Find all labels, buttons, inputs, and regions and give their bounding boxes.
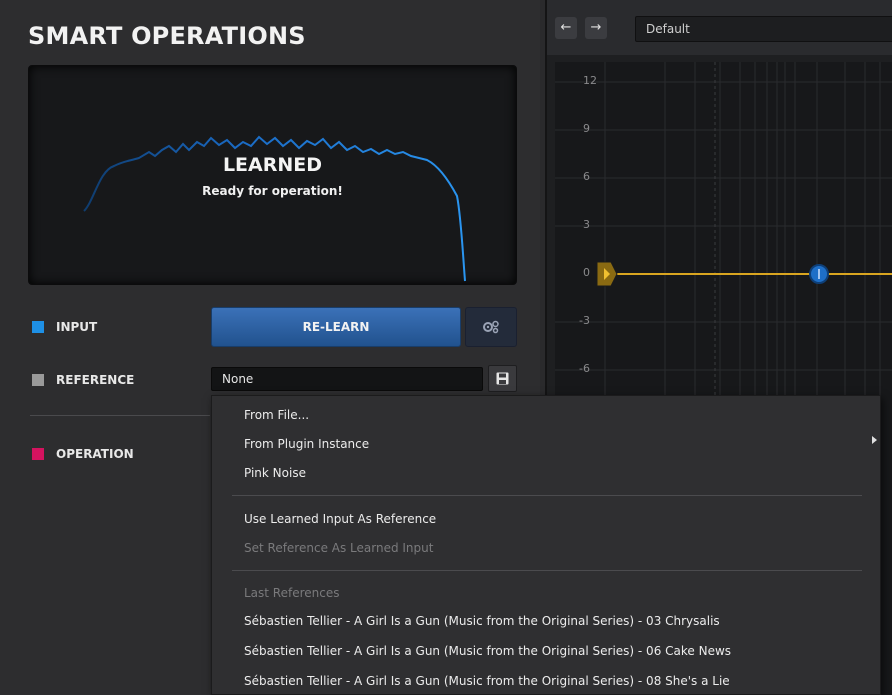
menu-item-from-plugin-instance[interactable]: From Plugin Instance	[244, 437, 369, 451]
menu-item-pink-noise[interactable]: Pink Noise	[244, 466, 306, 480]
y-tick-label: -3	[579, 314, 590, 327]
menu-separator	[232, 570, 862, 571]
y-tick-label: -6	[579, 362, 590, 375]
arrow-right-icon: →	[590, 20, 602, 35]
input-label: INPUT	[56, 320, 98, 334]
learned-spectrum-display: LEARNED Ready for operation!	[28, 65, 517, 285]
save-reference-button[interactable]	[488, 365, 517, 392]
y-tick-label: 12	[583, 74, 597, 87]
panel-title: SMART OPERATIONS	[28, 22, 306, 50]
submenu-arrow-icon	[872, 436, 877, 444]
reference-select[interactable]: None	[211, 367, 483, 391]
menu-item-last-reference[interactable]: Sébastien Tellier - A Girl Is a Gun (Mus…	[244, 644, 731, 658]
reference-dropdown-menu: From File... From Plugin Instance Pink N…	[211, 395, 881, 695]
input-row: INPUT	[32, 320, 97, 334]
menu-separator	[232, 495, 862, 496]
menu-item-last-reference[interactable]: Sébastien Tellier - A Girl Is a Gun (Mus…	[244, 614, 720, 628]
learn-settings-button[interactable]	[465, 307, 517, 347]
y-tick-label: 9	[583, 122, 590, 135]
reference-color-swatch	[32, 374, 44, 386]
status-subtitle: Ready for operation!	[202, 184, 343, 198]
re-learn-button[interactable]: RE-LEARN	[211, 307, 461, 347]
menu-item-last-reference[interactable]: Sébastien Tellier - A Girl Is a Gun (Mus…	[244, 674, 730, 688]
forward-button[interactable]: →	[585, 17, 607, 39]
reference-label: REFERENCE	[56, 373, 135, 387]
y-tick-label: 3	[583, 218, 590, 231]
reference-row: REFERENCE	[32, 373, 134, 387]
y-tick-label: 0	[583, 266, 590, 279]
back-button[interactable]: ←	[555, 17, 577, 39]
preset-select[interactable]: Default	[635, 16, 892, 42]
menu-item-from-file[interactable]: From File...	[244, 408, 309, 422]
menu-item-set-reference-as-learned: Set Reference As Learned Input	[244, 541, 434, 555]
input-color-swatch	[32, 321, 44, 333]
preset-toolbar: ← → Default	[547, 0, 892, 55]
section-divider	[30, 415, 210, 416]
menu-item-use-learned-input[interactable]: Use Learned Input As Reference	[244, 512, 436, 526]
operation-color-swatch	[32, 448, 44, 460]
status-title: LEARNED	[222, 154, 323, 176]
operation-row: OPERATION	[32, 447, 134, 461]
y-tick-label: 6	[583, 170, 590, 183]
last-references-header: Last References	[244, 586, 340, 600]
arrow-left-icon: ←	[560, 20, 572, 35]
gears-icon	[483, 320, 499, 334]
save-icon	[496, 372, 509, 385]
operation-label: OPERATION	[56, 447, 134, 461]
